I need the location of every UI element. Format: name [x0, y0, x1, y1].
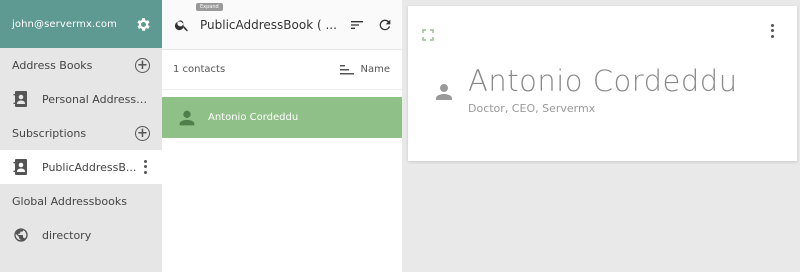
user-email[interactable]: john@servermx.com: [12, 19, 117, 30]
more-options-icon[interactable]: [767, 23, 777, 39]
global-addressbooks-label: Global Addressbooks: [12, 194, 127, 208]
sort-icon[interactable]: [349, 16, 365, 34]
contact-book-icon: [12, 158, 30, 176]
contact-list-toolbar: Expand PublicAddressBook ( ...: [162, 0, 402, 50]
contact-row[interactable]: Antonio Cordeddu: [162, 97, 402, 138]
gear-icon[interactable]: [134, 15, 152, 33]
contact-full-name: Antonio Cordeddu: [468, 64, 738, 98]
expand-icon[interactable]: [422, 26, 434, 41]
contact-book-icon: [12, 90, 30, 108]
address-books-label: Address Books: [12, 58, 93, 72]
contact-name: Antonio Cordeddu: [208, 112, 299, 123]
address-book-subscription[interactable]: PublicAddressB...: [0, 150, 162, 184]
address-book-directory[interactable]: directory: [0, 218, 162, 252]
address-book-title: PublicAddressBook ( ...: [200, 17, 337, 32]
person-icon: [432, 80, 456, 104]
address-book-directory-label: directory: [42, 228, 92, 242]
search-icon[interactable]: [174, 16, 190, 34]
contact-detail-text: Antonio Cordeddu Doctor, CEO, Servermx: [468, 64, 738, 115]
more-options-icon[interactable]: [140, 159, 150, 175]
address-book-personal[interactable]: Personal Address ...: [0, 82, 162, 116]
refresh-icon[interactable]: [377, 16, 393, 34]
global-addressbooks-header: Global Addressbooks: [0, 184, 162, 218]
subscriptions-header: Subscriptions +: [0, 116, 162, 150]
person-icon: [176, 107, 198, 129]
tooltip: Expand: [196, 3, 223, 11]
sidebar-header: john@servermx.com: [0, 0, 162, 48]
address-books-header: Address Books +: [0, 48, 162, 82]
add-subscription-button[interactable]: +: [135, 125, 150, 141]
address-book-personal-label: Personal Address ...: [42, 92, 150, 106]
contact-detail-body: Antonio Cordeddu Doctor, CEO, Servermx: [432, 64, 738, 115]
list-header: 1 contacts Name: [162, 50, 402, 90]
sort-by-name-button[interactable]: Name: [340, 64, 390, 75]
contact-detail-card: Antonio Cordeddu Doctor, CEO, Servermx: [408, 6, 797, 161]
contact-count: 1 contacts: [173, 64, 226, 75]
address-book-subscription-label: PublicAddressB...: [42, 160, 137, 174]
contact-list-pane: Expand PublicAddressBook ( ... 1 contact…: [162, 0, 402, 272]
sidebar: john@servermx.com Address Books + Person…: [0, 0, 162, 272]
sort-lines-icon: [340, 64, 355, 74]
contact-subtitle: Doctor, CEO, Servermx: [468, 101, 596, 115]
subscriptions-label: Subscriptions: [12, 126, 87, 140]
sort-label: Name: [360, 64, 390, 75]
add-address-book-button[interactable]: +: [135, 57, 150, 73]
globe-icon: [12, 226, 30, 244]
